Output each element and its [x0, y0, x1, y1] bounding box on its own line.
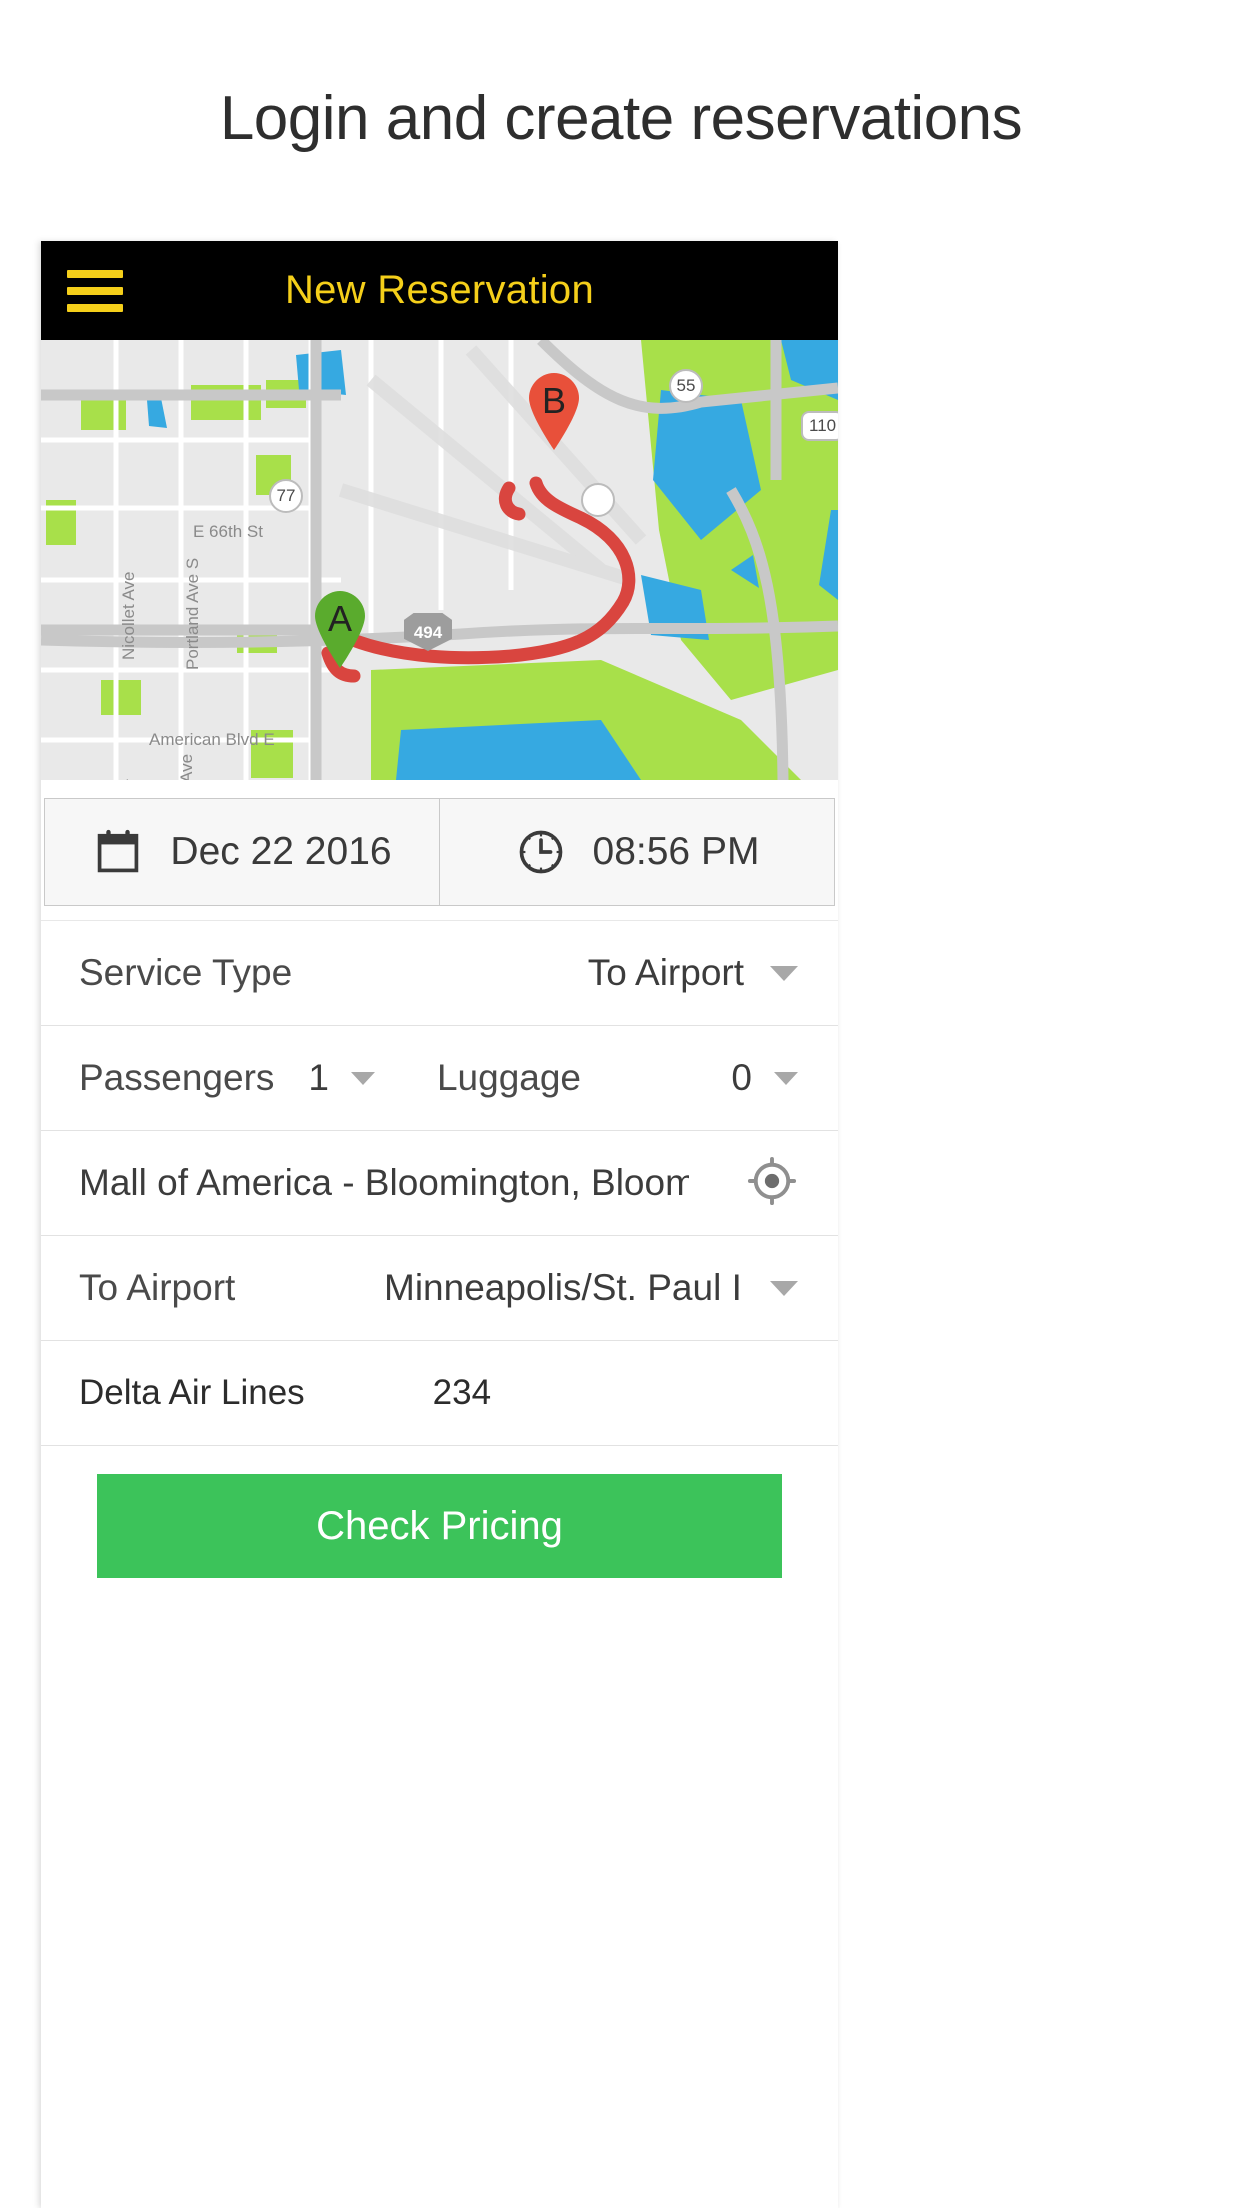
time-picker-button[interactable]: 08:56 PM	[440, 798, 835, 906]
chevron-down-icon[interactable]	[770, 1280, 798, 1296]
road-shield-77: 77	[269, 479, 303, 513]
service-type-row[interactable]: Service Type To Airport	[41, 920, 838, 1025]
check-pricing-button[interactable]: Check Pricing	[97, 1474, 782, 1578]
service-type-label: Service Type	[79, 952, 293, 993]
map-marker-a-label: A	[327, 598, 352, 639]
app-bar-title: New Reservation	[284, 268, 595, 312]
airline-name: Delta Air Lines	[79, 1373, 305, 1412]
road-shield-unlabeled	[581, 483, 615, 517]
passengers-label: Passengers	[79, 1057, 275, 1098]
passengers-value: 1	[308, 1057, 329, 1098]
hamburger-menu-icon[interactable]	[67, 269, 123, 312]
action-bar: Check Pricing	[41, 1445, 838, 1578]
time-value: 08:56 PM	[592, 830, 760, 873]
map-marker-b[interactable]: B	[525, 372, 583, 452]
flight-number: 234	[432, 1373, 492, 1412]
calendar-icon	[98, 829, 139, 873]
map-marker-b-label: B	[541, 380, 566, 421]
road-shield-110: 110	[801, 411, 838, 441]
luggage-label: Luggage	[436, 1057, 582, 1098]
my-location-icon[interactable]	[746, 1155, 798, 1212]
destination-row[interactable]: To Airport Minneapolis/St. Paul Interna	[41, 1235, 838, 1340]
date-picker-button[interactable]: Dec 22 2016	[44, 798, 440, 906]
phone-screen: New Reservation E 66th St Nicollet Ave P…	[41, 241, 838, 2208]
service-type-value: To Airport	[587, 952, 744, 993]
destination-label: To Airport	[79, 1267, 236, 1308]
airline-row[interactable]: Delta Air Lines 234	[41, 1340, 838, 1445]
destination-value: Minneapolis/St. Paul Interna	[384, 1267, 744, 1308]
date-value: Dec 22 2016	[170, 830, 392, 873]
pickup-address-value: Mall of America - Bloomington, Bloomingt…	[79, 1162, 689, 1203]
datetime-row: Dec 22 2016 08:56 PM	[44, 798, 835, 906]
chevron-down-icon[interactable]	[350, 1071, 375, 1085]
page-title: Login and create reservations	[219, 83, 1023, 153]
luggage-value: 0	[731, 1057, 752, 1098]
app-bar: New Reservation	[41, 241, 838, 340]
map-marker-a[interactable]: A	[311, 590, 369, 670]
route-map[interactable]: E 66th St Nicollet Ave Portland Ave S Am…	[41, 340, 838, 780]
pickup-address-row[interactable]: Mall of America - Bloomington, Bloomingt…	[41, 1130, 838, 1235]
map-graphics	[41, 340, 838, 780]
chevron-down-icon[interactable]	[774, 1071, 798, 1085]
passengers-luggage-row: Passengers 1 Luggage 0	[41, 1025, 838, 1130]
chevron-down-icon[interactable]	[770, 965, 798, 981]
road-shield-55: 55	[669, 369, 703, 403]
clock-icon	[519, 830, 562, 874]
